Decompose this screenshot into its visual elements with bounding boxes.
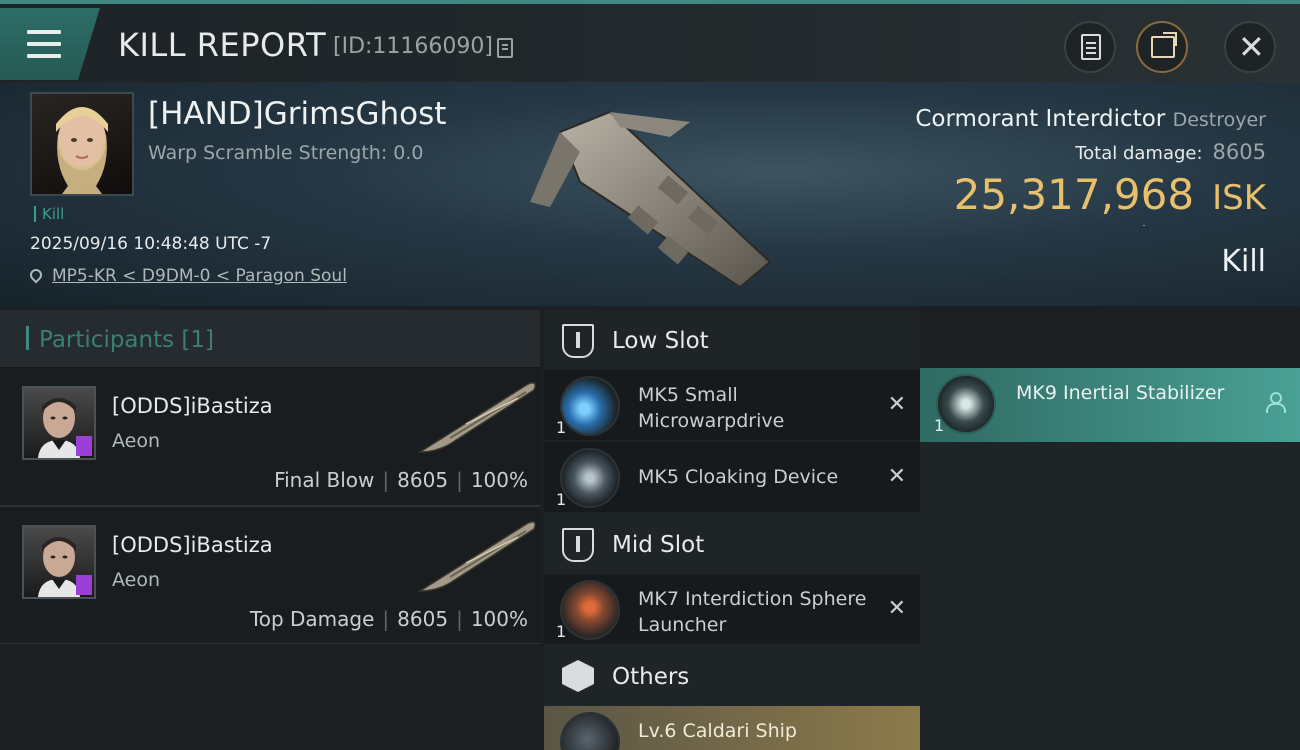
top-bar: KILL REPORT [ID:11166090] ✕	[0, 0, 1300, 82]
cloaking-device-icon	[560, 448, 620, 508]
participant-name[interactable]: [ODDS]iBastiza	[112, 533, 273, 557]
participants-header: Participants [1]	[0, 310, 540, 368]
share-icon	[1151, 32, 1177, 58]
copy-icon[interactable]	[497, 38, 513, 58]
stat-separator: |	[456, 607, 463, 631]
total-damage-value: 8605	[1212, 140, 1266, 164]
participant-name[interactable]: [ODDS]iBastiza	[112, 394, 273, 418]
close-icon: ✕	[1238, 28, 1265, 66]
clipboard-button[interactable]	[1064, 21, 1116, 73]
stat-separator: |	[382, 607, 390, 631]
blueprint-item[interactable]: Lv.6 Caldari Ship	[544, 706, 920, 750]
implant-badge-icon	[76, 575, 92, 595]
module-quantity: 1	[556, 490, 567, 509]
close-button[interactable]: ✕	[1224, 21, 1276, 73]
interdiction-launcher-icon	[560, 580, 620, 640]
isk-amount: 25,317,968	[953, 170, 1195, 219]
page-title: KILL REPORT	[118, 26, 327, 64]
cube-icon	[562, 660, 594, 692]
victim-ship-name: Cormorant Interdictor Destroyer	[915, 106, 1266, 132]
kill-location[interactable]: MP5-KR < D9DM-0 < Paragon Soul	[27, 266, 347, 286]
others-label: Others	[612, 664, 690, 690]
participant-ship: Aeon	[112, 569, 161, 591]
stat-separator: |	[382, 468, 390, 492]
victim-ship-image	[520, 92, 780, 292]
caldari-ship-blueprint-icon	[560, 712, 620, 750]
module-item[interactable]: 1 MK5 Cloaking Device ✕	[544, 442, 920, 514]
victim-name[interactable]: [HAND]GrimsGhost	[148, 96, 446, 132]
participant-avatar[interactable]	[22, 386, 96, 460]
ship-class: Destroyer	[1172, 109, 1266, 131]
clipboard-icon	[1081, 34, 1101, 60]
kill-timestamp: 2025/09/16 10:48:48 UTC -7	[30, 234, 272, 254]
participants-empty-space	[0, 644, 540, 750]
module-item[interactable]: 1 MK5 Small Microwarpdrive ✕	[544, 370, 920, 442]
module-name: MK5 Small Microwarpdrive	[638, 384, 785, 432]
isk-value: 25,317,968 ISK	[954, 170, 1266, 219]
participants-count: [1]	[181, 327, 215, 353]
isk-unit: ISK	[1212, 178, 1266, 218]
module-quantity: 1	[934, 416, 945, 435]
participants-panel: Participants [1] [ODDS]iBastiza Aeon Fin…	[0, 310, 540, 750]
victim-avatar[interactable]	[30, 92, 134, 196]
hamburger-icon	[27, 30, 61, 66]
destroyed-icon: ✕	[887, 596, 906, 621]
dropped-items: 1 MK9 Inertial Stabilizer	[920, 368, 1300, 750]
inertial-stabilizer-icon	[936, 374, 996, 434]
ship-name[interactable]: Cormorant Interdictor	[915, 106, 1165, 132]
mid-slot-header: Mid Slot	[544, 514, 920, 574]
participant-avatar[interactable]	[22, 525, 96, 599]
participant-damage: 8605	[397, 607, 449, 631]
participants-label: Participants	[39, 327, 175, 353]
participant-row[interactable]: [ODDS]iBastiza Aeon Final Blow | 8605 | 100%	[0, 368, 540, 506]
participant-percent: 100%	[470, 468, 528, 492]
destroyed-icon: ✕	[887, 464, 906, 489]
participant-ship: Aeon	[112, 430, 161, 452]
location-link[interactable]: MP5-KR < D9DM-0 < Paragon Soul	[52, 266, 347, 286]
total-damage: Total damage: 8605	[1075, 140, 1266, 164]
total-damage-label: Total damage:	[1075, 143, 1203, 164]
participant-ship-image	[410, 378, 540, 458]
participant-damage: 8605	[397, 468, 449, 492]
mid-slot-label: Mid Slot	[612, 532, 705, 558]
module-item[interactable]: 1 MK7 Interdiction Sphere Launcher ✕	[544, 574, 920, 646]
others-header: Others	[544, 646, 920, 706]
person-icon	[1266, 392, 1286, 413]
participant-row[interactable]: [ODDS]iBastiza Aeon Top Damage | 8605 | 100%	[0, 506, 540, 644]
mid-slot-icon	[562, 528, 594, 562]
low-slot-icon	[562, 324, 594, 358]
destroyed-icon: ✕	[887, 392, 906, 417]
participant-ship-image	[410, 517, 540, 597]
kill-result: Kill	[1221, 244, 1266, 279]
microwarpdrive-icon	[560, 376, 620, 436]
report-id: [ID:11166090]	[333, 34, 493, 59]
kill-type-tag: Kill	[34, 206, 64, 222]
module-quantity: 1	[556, 622, 567, 641]
implant-badge-icon	[76, 436, 92, 456]
dropped-module-item[interactable]: 1 MK9 Inertial Stabilizer	[920, 368, 1300, 442]
low-slot-header: Low Slot	[544, 310, 920, 370]
participant-percent: 100%	[470, 607, 528, 631]
participant-role: Top Damage	[249, 607, 375, 631]
warp-scramble-strength: Warp Scramble Strength: 0.0	[148, 142, 424, 164]
kill-summary: [HAND]GrimsGhost Warp Scramble Strength:…	[0, 82, 1300, 306]
menu-button[interactable]	[0, 8, 100, 80]
module-name: MK7 Interdiction Sphere Launcher	[638, 588, 867, 636]
location-pin-icon	[27, 266, 45, 284]
fitting-slots: Low Slot 1 MK5 Small Microwarpdrive ✕ 1 …	[544, 310, 920, 750]
low-slot-label: Low Slot	[612, 328, 709, 354]
participant-stats: Top Damage | 8605 | 100%	[250, 607, 528, 631]
accent-bar	[26, 326, 29, 350]
module-name: MK5 Cloaking Device	[638, 466, 839, 488]
item-name: Lv.6 Caldari Ship	[638, 720, 797, 742]
share-button[interactable]	[1136, 21, 1188, 73]
module-name: MK9 Inertial Stabilizer	[1016, 382, 1225, 404]
stat-separator: |	[456, 468, 463, 492]
participant-role: Final Blow	[274, 468, 375, 492]
participant-stats: Final Blow | 8605 | 100%	[274, 468, 528, 492]
module-quantity: 1	[556, 418, 567, 437]
